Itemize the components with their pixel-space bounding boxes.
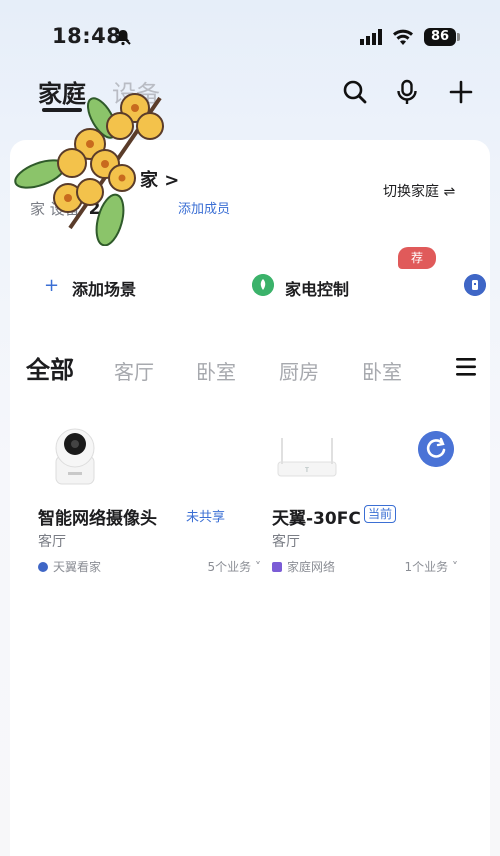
battery-indicator: 86	[424, 28, 456, 46]
appliance-leaf-icon	[252, 274, 274, 296]
device-name: 天翼-30FC	[272, 509, 361, 529]
room-tab-bedroom[interactable]: 卧室	[196, 356, 236, 385]
device-card-router[interactable]: T 天翼-30FC 当前 客厅 家庭网络 1个业务 ˅	[272, 420, 497, 590]
device-service: 家庭网络	[272, 558, 335, 575]
search-icon[interactable]	[341, 78, 369, 106]
status-bar: 18:48 86	[0, 0, 500, 70]
microphone-icon[interactable]	[393, 78, 421, 106]
router-device-image: T	[277, 438, 337, 477]
battery-tip	[457, 33, 460, 41]
device-name: 智能网络摄像头	[38, 509, 157, 529]
recommend-badge: 荐	[398, 247, 436, 269]
service-count[interactable]: 5个业务 ˅	[208, 558, 261, 575]
service-label: 天翼看家	[53, 560, 102, 574]
menu-icon[interactable]	[456, 358, 476, 376]
svg-text:T: T	[304, 467, 309, 474]
scene-shortcut-icon[interactable]	[464, 274, 486, 296]
appliance-control-button[interactable]: 家电控制	[285, 276, 349, 300]
device-room: 客厅	[38, 534, 66, 550]
status-time: 18:48	[52, 24, 122, 48]
refresh-icon[interactable]	[418, 431, 454, 467]
device-room: 客厅	[272, 534, 300, 550]
camera-device-image	[55, 428, 95, 485]
room-tab-living-room[interactable]: 客厅	[114, 356, 154, 385]
add-scene-plus-icon[interactable]: +	[44, 275, 59, 296]
add-member-link[interactable]: 添加成员	[178, 198, 230, 217]
current-status: 当前	[364, 505, 397, 523]
service-label: 家庭网络	[287, 560, 336, 574]
osmanthus-flower-sticker	[14, 93, 164, 246]
plus-icon[interactable]	[447, 78, 475, 106]
share-status: 未共享	[186, 510, 226, 525]
device-card-camera[interactable]: 智能网络摄像头 未共享 客厅 天翼看家 5个业务 ˅	[38, 420, 263, 590]
room-tab-bedroom-2[interactable]: 卧室	[362, 356, 402, 385]
room-tab-all[interactable]: 全部	[26, 350, 74, 385]
bell-mute-icon	[115, 29, 131, 46]
add-scene-button[interactable]: 添加场景	[72, 276, 136, 300]
device-service: 天翼看家	[38, 558, 101, 575]
room-tab-kitchen[interactable]: 厨房	[279, 356, 319, 385]
service-count[interactable]: 1个业务 ˅	[405, 558, 458, 575]
home-network-icon	[272, 562, 282, 572]
signal-icon	[360, 29, 382, 45]
room-tabs: 全部 客厅 卧室 厨房 卧室	[0, 346, 500, 390]
switch-home-button[interactable]: 切换家庭 ⇌	[383, 181, 455, 201]
eye-icon	[38, 562, 48, 572]
wifi-icon	[393, 29, 413, 45]
